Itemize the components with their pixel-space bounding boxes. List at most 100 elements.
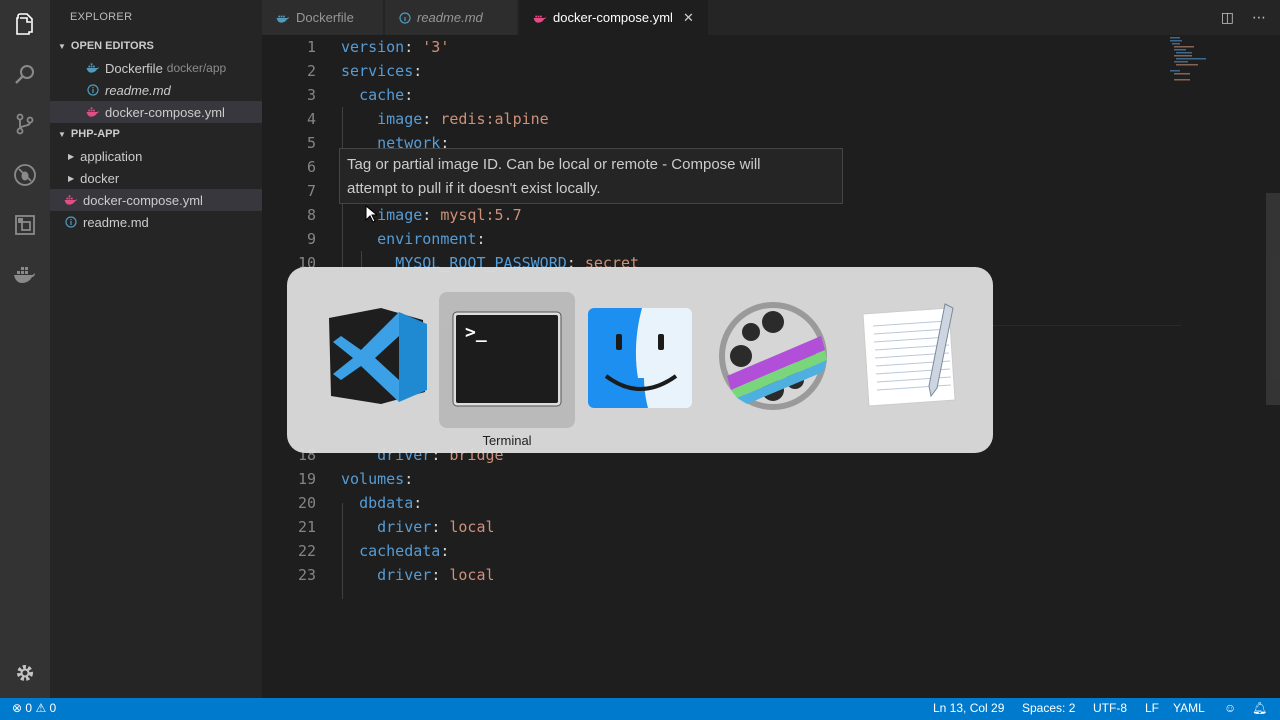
line-number: 6 bbox=[306, 158, 316, 176]
finder-app-icon[interactable] bbox=[584, 300, 696, 412]
open-editor-dockerfile[interactable]: Dockerfile docker/app bbox=[50, 57, 262, 79]
tree-item-label: docker bbox=[80, 170, 120, 186]
app-switcher: >_ Terminal bbox=[287, 267, 993, 453]
feedback-smiley-icon[interactable]: ☺ bbox=[1224, 701, 1236, 715]
line-number: 21 bbox=[297, 518, 316, 536]
language-mode[interactable]: YAML bbox=[1173, 701, 1205, 715]
bell-icon[interactable]: 🔔︎ bbox=[1252, 701, 1267, 715]
source-control-icon[interactable] bbox=[13, 112, 37, 136]
line-number: 23 bbox=[297, 566, 316, 584]
error-count: 0 bbox=[25, 701, 33, 715]
tab-dockerfile[interactable]: Dockerfile bbox=[262, 0, 384, 35]
line-number: 5 bbox=[306, 134, 316, 152]
docker-icon bbox=[533, 12, 547, 24]
files-icon[interactable] bbox=[13, 12, 37, 36]
line-number: 7 bbox=[306, 182, 316, 200]
line-number: 19 bbox=[297, 470, 316, 488]
line-number: 20 bbox=[297, 494, 316, 512]
tab-label: readme.md bbox=[417, 10, 483, 25]
code-line: driver: local bbox=[377, 518, 495, 536]
hover-text-line: attempt to pull if it doesn't exist loca… bbox=[347, 180, 601, 197]
tree-file-readme[interactable]: readme.md bbox=[50, 211, 262, 233]
code-line: driver: local bbox=[377, 566, 495, 584]
explorer-sidebar: EXPLORER ▼ OPEN EDITORS Dockerfile docke… bbox=[50, 0, 262, 698]
editor-actions: ◫ ⋯ bbox=[1221, 9, 1266, 26]
line-number: 22 bbox=[297, 542, 316, 560]
open-editor-name: Dockerfile bbox=[105, 60, 163, 76]
info-icon bbox=[64, 215, 78, 229]
open-editor-name: docker-compose.yml bbox=[105, 104, 225, 120]
tree-item-label: docker-compose.yml bbox=[83, 192, 203, 208]
open-editor-docker-compose[interactable]: docker-compose.yml bbox=[50, 101, 262, 123]
tab-label: docker-compose.yml bbox=[553, 10, 673, 25]
more-actions-icon[interactable]: ⋯ bbox=[1252, 9, 1266, 26]
tab-label: Dockerfile bbox=[296, 10, 354, 25]
line-number: 4 bbox=[306, 110, 316, 128]
chevron-down-icon: ▼ bbox=[58, 129, 66, 139]
docker-icon bbox=[86, 105, 100, 119]
close-icon[interactable]: ✕ bbox=[683, 10, 694, 26]
chevron-right-icon: ▶ bbox=[68, 151, 75, 161]
editor-tabs: Dockerfile readme.md docker-compose.yml … bbox=[262, 0, 1280, 35]
chevron-right-icon: ▶ bbox=[68, 173, 75, 183]
open-editors-label: OPEN EDITORS bbox=[70, 40, 154, 52]
tree-file-docker-compose[interactable]: docker-compose.yml bbox=[50, 189, 262, 211]
project-label: PHP-APP bbox=[70, 128, 120, 140]
code-line: image: redis:alpine bbox=[377, 110, 549, 128]
status-bar: ⊗ 0 ⚠ 0 Ln 13, Col 29 Spaces: 2 UTF-8 LF… bbox=[0, 698, 1280, 720]
textedit-app-icon[interactable] bbox=[851, 300, 963, 412]
explorer-title: EXPLORER bbox=[70, 11, 133, 23]
error-icon: ⊗ bbox=[12, 701, 23, 715]
code-line: version: '3' bbox=[341, 38, 450, 56]
open-editor-readme[interactable]: readme.md bbox=[50, 79, 262, 101]
tab-readme[interactable]: readme.md bbox=[385, 0, 518, 35]
open-editors-header[interactable]: ▼ OPEN EDITORS bbox=[50, 35, 262, 57]
terminal-app-icon[interactable]: >_ bbox=[451, 300, 563, 412]
debug-icon[interactable] bbox=[13, 163, 37, 187]
minimap[interactable] bbox=[1170, 37, 1220, 82]
terminal-prompt-text: >_ bbox=[465, 322, 487, 343]
selected-app-label: Terminal bbox=[482, 433, 532, 448]
line-number: 9 bbox=[306, 230, 316, 248]
warning-count: 0 bbox=[49, 701, 57, 715]
indentation[interactable]: Spaces: 2 bbox=[1022, 701, 1075, 715]
tab-docker-compose[interactable]: docker-compose.yml ✕ bbox=[519, 0, 709, 35]
line-number: 2 bbox=[306, 62, 316, 80]
docker-icon bbox=[86, 61, 100, 75]
line-number: 8 bbox=[306, 206, 316, 224]
problems-indicator[interactable]: ⊗ 0 ⚠ 0 bbox=[12, 701, 56, 715]
cursor-position[interactable]: Ln 13, Col 29 bbox=[933, 701, 1004, 715]
project-header[interactable]: ▼ PHP-APP bbox=[50, 123, 262, 145]
code-line: cache: bbox=[359, 86, 414, 104]
warning-icon: ⚠ bbox=[35, 701, 47, 715]
split-editor-icon[interactable]: ◫ bbox=[1221, 9, 1234, 26]
scrollbar-thumb[interactable] bbox=[1266, 193, 1280, 405]
hover-tooltip: Tag or partial image ID. Can be local or… bbox=[339, 148, 843, 204]
code-line: dbdata: bbox=[359, 494, 423, 512]
code-line: environment: bbox=[377, 230, 486, 248]
mouse-cursor-icon bbox=[365, 205, 377, 223]
line-number: 1 bbox=[306, 38, 316, 56]
code-line: volumes: bbox=[341, 470, 414, 488]
editor-scrollbar[interactable] bbox=[1266, 35, 1280, 698]
search-icon[interactable] bbox=[13, 62, 37, 86]
open-editor-name: readme.md bbox=[105, 82, 171, 98]
open-editor-path: docker/app bbox=[166, 61, 227, 75]
encoding[interactable]: UTF-8 bbox=[1093, 701, 1127, 715]
docker-icon[interactable] bbox=[13, 263, 37, 287]
extensions-icon[interactable] bbox=[13, 213, 37, 237]
code-line: services: bbox=[341, 62, 423, 80]
gear-icon[interactable] bbox=[13, 661, 37, 685]
info-icon bbox=[86, 83, 100, 97]
final-cut-app-icon[interactable] bbox=[717, 300, 829, 412]
tree-folder-docker[interactable]: ▶ docker bbox=[50, 167, 262, 189]
docker-icon bbox=[64, 193, 78, 207]
hover-text-line: Tag or partial image ID. Can be local or… bbox=[347, 156, 761, 173]
activity-bar bbox=[0, 0, 50, 698]
tree-folder-application[interactable]: ▶ application bbox=[50, 145, 262, 167]
line-ending[interactable]: LF bbox=[1145, 701, 1159, 715]
info-icon bbox=[399, 11, 411, 24]
chevron-down-icon: ▼ bbox=[58, 41, 66, 51]
vscode-app-icon[interactable] bbox=[321, 300, 433, 412]
line-number: 3 bbox=[306, 86, 316, 104]
